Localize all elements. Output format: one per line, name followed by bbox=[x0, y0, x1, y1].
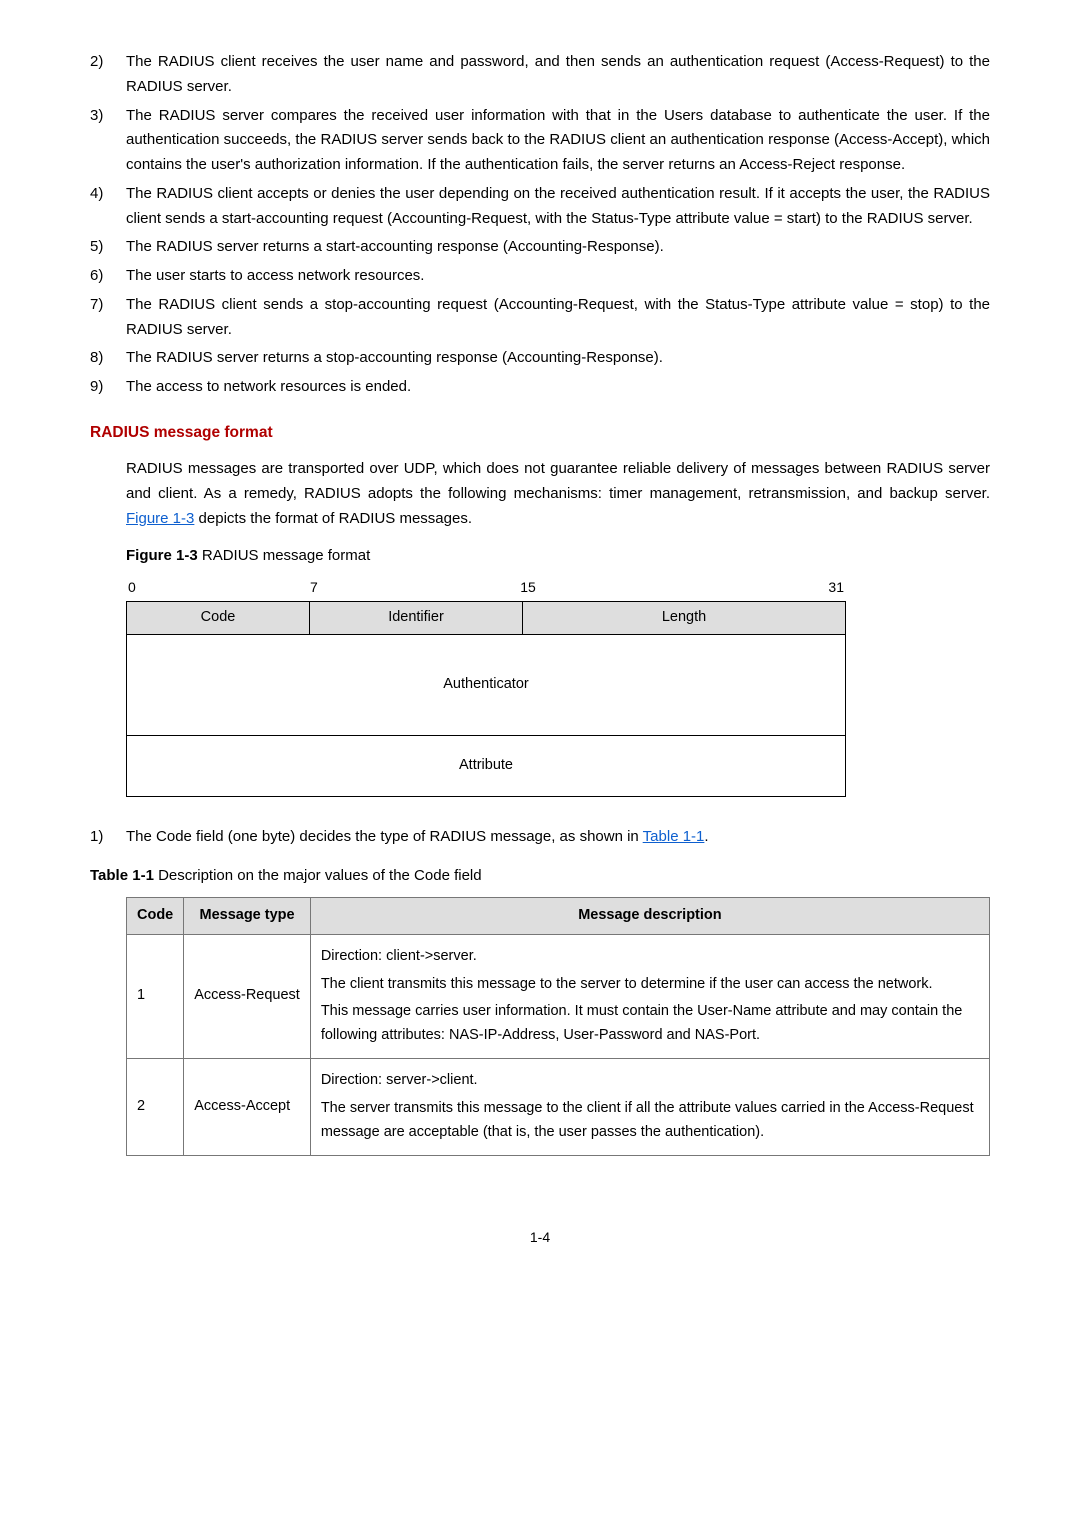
description-line: The client transmits this message to the… bbox=[321, 973, 979, 997]
list-item: 9)The access to network resources is end… bbox=[90, 375, 990, 400]
list-number: 2) bbox=[90, 50, 126, 100]
figure-caption: Figure 1-3 RADIUS message format bbox=[126, 544, 990, 569]
table-row: 1Access-RequestDirection: client->server… bbox=[127, 934, 990, 1059]
description-line: The server transmits this message to the… bbox=[321, 1097, 979, 1145]
list-text: The RADIUS client receives the user name… bbox=[126, 50, 990, 100]
list-item: 8)The RADIUS server returns a stop-accou… bbox=[90, 346, 990, 371]
cell-code: 2 bbox=[127, 1059, 184, 1156]
description-line: This message carries user information. I… bbox=[321, 1000, 979, 1048]
col-code: Code bbox=[127, 897, 184, 934]
code-field-table: Code Message type Message description 1A… bbox=[126, 897, 990, 1156]
note-text-a: The Code field (one byte) decides the ty… bbox=[126, 828, 643, 845]
list-text: The RADIUS server returns a stop-account… bbox=[126, 346, 990, 371]
note-text-b: . bbox=[704, 828, 708, 845]
cell-message-description: Direction: server->client. The server tra… bbox=[310, 1059, 989, 1156]
table-header-row: Code Message type Message description bbox=[127, 897, 990, 934]
list-number: 6) bbox=[90, 264, 126, 289]
message-format-diagram: 0 7 15 31 Code Identifier Length Authent… bbox=[126, 576, 846, 797]
list-number: 1) bbox=[90, 825, 126, 850]
list-item: 4)The RADIUS client accepts or denies th… bbox=[90, 182, 990, 232]
figure-link[interactable]: Figure 1-3 bbox=[126, 510, 194, 527]
cell-message-type: Access-Accept bbox=[184, 1059, 311, 1156]
table-title: Description on the major values of the C… bbox=[154, 867, 482, 884]
table-caption: Table 1-1 Description on the major value… bbox=[90, 864, 990, 889]
section-heading: RADIUS message format bbox=[90, 420, 990, 446]
cell-code: 1 bbox=[127, 934, 184, 1059]
list-number: 8) bbox=[90, 346, 126, 371]
description-line: Direction: server->client. bbox=[321, 1069, 979, 1093]
table-link[interactable]: Table 1-1 bbox=[643, 828, 705, 845]
list-number: 5) bbox=[90, 235, 126, 260]
intro-text-post: depicts the format of RADIUS messages. bbox=[194, 510, 472, 527]
scale-0: 0 bbox=[128, 576, 136, 599]
scale-31: 31 bbox=[542, 576, 844, 599]
figure-label: Figure 1-3 bbox=[126, 547, 198, 564]
list-number: 7) bbox=[90, 293, 126, 343]
list-number: 4) bbox=[90, 182, 126, 232]
list-text: The Code field (one byte) decides the ty… bbox=[126, 825, 990, 850]
list-item: 6)The user starts to access network reso… bbox=[90, 264, 990, 289]
list-text: The RADIUS client sends a stop-accountin… bbox=[126, 293, 990, 343]
description-line: Direction: client->server. bbox=[321, 945, 979, 969]
table-row: 2Access-AcceptDirection: server->client.… bbox=[127, 1059, 990, 1156]
list-text: The user starts to access network resour… bbox=[126, 264, 990, 289]
list-text: The RADIUS client accepts or denies the … bbox=[126, 182, 990, 232]
field-attribute: Attribute bbox=[126, 736, 846, 797]
page-number: 1-4 bbox=[90, 1226, 990, 1249]
list-number: 3) bbox=[90, 104, 126, 178]
list-text: The RADIUS server returns a start-accoun… bbox=[126, 235, 990, 260]
field-code: Code bbox=[127, 602, 310, 634]
list-text: The RADIUS server compares the received … bbox=[126, 104, 990, 178]
field-length: Length bbox=[523, 602, 845, 634]
scale-7: 7 bbox=[136, 576, 324, 599]
table-label: Table 1-1 bbox=[90, 867, 154, 884]
cell-message-description: Direction: client->server. The client tra… bbox=[310, 934, 989, 1059]
scale-15: 15 bbox=[324, 576, 542, 599]
list-item: 3)The RADIUS server compares the receive… bbox=[90, 104, 990, 178]
list-number: 9) bbox=[90, 375, 126, 400]
intro-text-pre: RADIUS messages are transported over UDP… bbox=[126, 460, 990, 502]
col-message-description: Message description bbox=[310, 897, 989, 934]
bit-scale: 0 7 15 31 bbox=[126, 576, 846, 601]
code-field-note: 1) The Code field (one byte) decides the… bbox=[90, 825, 990, 850]
list-text: The access to network resources is ended… bbox=[126, 375, 990, 400]
field-authenticator: Authenticator bbox=[126, 635, 846, 736]
col-message-type: Message type bbox=[184, 897, 311, 934]
list-item: 7)The RADIUS client sends a stop-account… bbox=[90, 293, 990, 343]
intro-paragraph: RADIUS messages are transported over UDP… bbox=[126, 457, 990, 531]
numbered-list: 2)The RADIUS client receives the user na… bbox=[90, 50, 990, 400]
list-item: 2)The RADIUS client receives the user na… bbox=[90, 50, 990, 100]
list-item: 5)The RADIUS server returns a start-acco… bbox=[90, 235, 990, 260]
cell-message-type: Access-Request bbox=[184, 934, 311, 1059]
field-identifier: Identifier bbox=[310, 602, 523, 634]
figure-title: RADIUS message format bbox=[198, 547, 371, 564]
diagram-header-row: Code Identifier Length bbox=[126, 601, 846, 635]
